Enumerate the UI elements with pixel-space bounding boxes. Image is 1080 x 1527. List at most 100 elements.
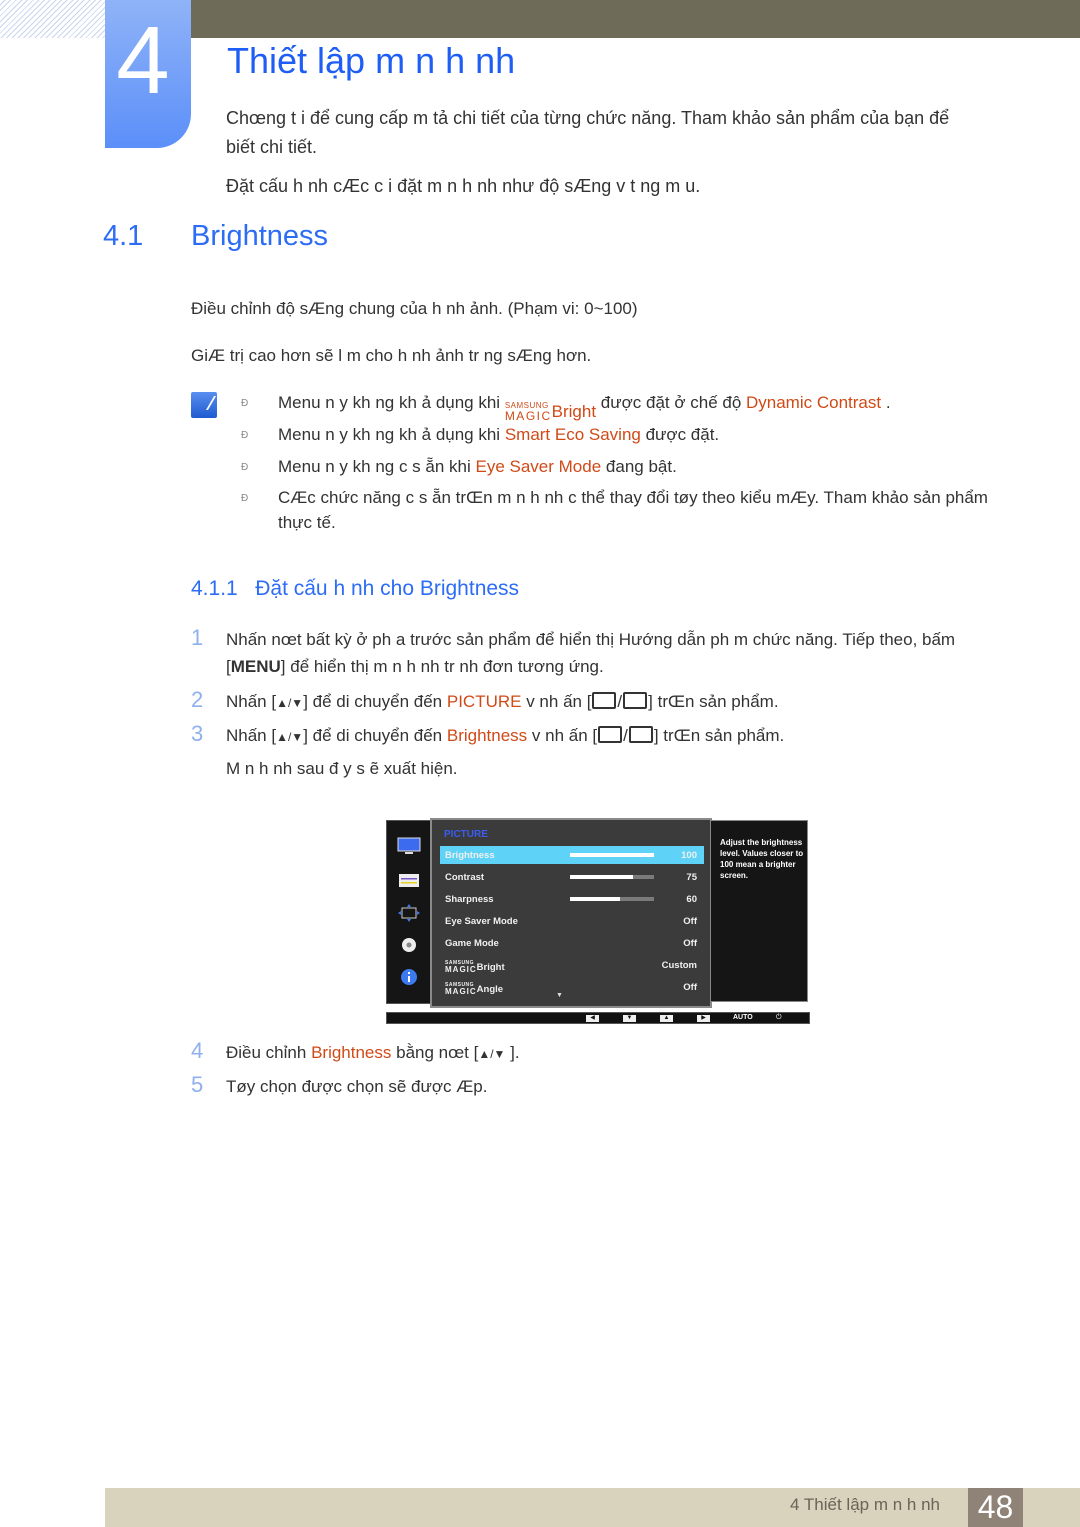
up-down-arrows-icon: ▲/▼ — [276, 696, 304, 710]
step-1-line-2: [MENU] để hiển thị m n h nh tr nh đơn tư… — [226, 657, 604, 676]
right-key-icon[interactable]: ▶ — [697, 1015, 710, 1022]
osd-row-brightness[interactable]: Brightness 100 — [440, 846, 704, 864]
step-highlight: Brightness — [446, 726, 528, 745]
step-number: 3 — [191, 721, 204, 746]
magic-word: Angle — [476, 984, 504, 995]
osd-level-bar — [570, 897, 654, 901]
magic-bottom: MAGIC — [504, 409, 552, 423]
auto-key-label[interactable]: AUTO — [733, 1014, 753, 1021]
chapter-title: Thiết lập m n h nh — [227, 40, 516, 81]
chapter-intro-line-2: biết chi tiết. — [226, 137, 318, 157]
osd-help-text: Adjust the brightness level. Values clos… — [710, 820, 808, 1002]
osd-level-bar — [570, 853, 654, 857]
step-number: 4 — [191, 1038, 204, 1063]
section-paragraph-1: Điều chỉnh độ sÆng chung của h nh ảnh. (… — [191, 299, 638, 318]
menu-key-label: MENU — [230, 657, 281, 676]
osd-row-magic-bright[interactable]: SAMSUNG MAGIC Bright Custom — [440, 956, 704, 974]
subsection-title: Đặt cấu h nh cho Brightness — [255, 577, 520, 600]
note-highlight: Eye Saver Mode — [475, 457, 602, 476]
step-4: Điều chỉnh Brightness bằng nœt [▲/▼ ]. — [226, 1039, 520, 1068]
header-bar — [190, 0, 1080, 38]
source-button-icon — [598, 726, 623, 743]
note-highlight: Smart Eco Saving — [504, 425, 641, 444]
step-text: v nh ấn [ — [527, 726, 598, 745]
info-icon — [401, 969, 417, 985]
note-bullet: Ð — [241, 462, 249, 473]
step-highlight: Brightness — [311, 1043, 392, 1062]
osd-row-label: Brightness — [445, 850, 495, 861]
osd-row-label: Eye Saver Mode — [445, 916, 518, 927]
step-number: 5 — [191, 1072, 204, 1097]
note-item-4-line-2: thực tế. — [278, 513, 336, 532]
osd-row-sharpness[interactable]: Sharpness 60 — [440, 890, 704, 908]
step-5: Tøy chọn được chọn sẽ được Æp. — [226, 1077, 488, 1096]
step-number: 1 — [191, 625, 204, 650]
menu-lines-icon — [399, 874, 419, 887]
section-number: 4.1 — [103, 220, 144, 252]
note-bullet: Ð — [241, 493, 249, 504]
up-key-icon[interactable]: ▲ — [660, 1015, 673, 1022]
osd-row-magic-angle[interactable]: SAMSUNG MAGIC Angle Off — [440, 978, 704, 996]
note-text: được đặt ở chế độ — [596, 393, 746, 412]
section-paragraph-2: GiÆ trị cao hơn sẽ l m cho h nh ảnh tr n… — [191, 346, 592, 365]
osd-row-label: Sharpness — [445, 894, 494, 905]
step-text: ]. — [505, 1043, 520, 1062]
gear-icon — [402, 938, 416, 952]
enter-button-icon — [628, 726, 653, 743]
step-text: ] trŒn sản phẩm. — [653, 726, 785, 745]
page-footer: 4 Thiết lập m n h nh 48 — [105, 1488, 1080, 1527]
note-text: . — [881, 393, 891, 412]
monitor-osd-screenshot: PICTURE Brightness 100 Contrast 75 Sharp… — [386, 818, 810, 1026]
step-text: Điều chỉnh — [226, 1043, 312, 1062]
monitor-icon — [397, 837, 421, 854]
down-key-icon[interactable]: ▼ — [623, 1015, 636, 1022]
osd-row-label: Game Mode — [445, 938, 499, 949]
magic-bottom: MAGIC — [445, 987, 477, 996]
scroll-down-icon[interactable]: ▼ — [556, 992, 563, 999]
note-text: được đặt. — [640, 425, 720, 444]
chapter-number-badge: 4 — [105, 0, 191, 148]
osd-row-contrast[interactable]: Contrast 75 — [440, 868, 704, 886]
osd-row-value: Off — [683, 916, 697, 927]
step-text: Nhấn [ — [226, 692, 277, 711]
power-icon[interactable]: ⏻ — [776, 1014, 782, 1022]
step-2: Nhấn [▲/▼] để di chuyển đến PICTURE v nh… — [226, 692, 779, 711]
osd-row-eye-saver-mode[interactable]: Eye Saver Mode Off — [440, 912, 704, 930]
note-item-4-line-1: CÆc chức năng c s ẵn trŒn m n h nh c thể… — [278, 488, 988, 507]
note-bullet: Ð — [241, 430, 249, 441]
section-title: Brightness — [191, 220, 329, 252]
osd-button-guide: ◀ ▼ ▲ ▶ AUTO ⏻ — [386, 1012, 810, 1024]
osd-row-game-mode[interactable]: Game Mode Off — [440, 934, 704, 952]
osd-level-fill — [570, 853, 654, 857]
footer-chapter-label: 4 Thiết lập m n h nh — [790, 1495, 940, 1514]
subsection-heading: 4.1.1 Đặt cấu h nh cho Brightness — [191, 577, 519, 601]
osd-picture-menu: PICTURE Brightness 100 Contrast 75 Sharp… — [430, 818, 712, 1008]
osd-level-fill — [570, 875, 633, 879]
up-down-arrows-icon: ▲/▼ — [276, 730, 304, 744]
step-text: v nh ấn [ — [521, 692, 592, 711]
header-hatch-decoration — [0, 0, 105, 38]
note-text: Menu n y kh ng c s ẵn khi — [278, 457, 476, 476]
step-number: 2 — [191, 687, 204, 712]
step-text: ] để di chuyển đến — [303, 726, 447, 745]
osd-row-label: Contrast — [445, 872, 485, 883]
step-text: ] để di chuyển đến — [303, 692, 447, 711]
osd-menu-title: PICTURE — [444, 829, 488, 840]
note-text: đang bật. — [601, 457, 677, 476]
osd-row-label: SAMSUNG MAGIC Bright — [445, 960, 505, 974]
magic-bright-logo: SAMSUNG MAGIC Bright — [505, 401, 596, 422]
note-item-2: Menu n y kh ng kh ả dụng khi Smart Eco S… — [278, 425, 719, 445]
step-text: bằng nœt [ — [391, 1043, 479, 1062]
enter-button-icon — [623, 692, 648, 709]
magic-word: Bright — [551, 402, 597, 421]
note-pencil-icon — [191, 392, 217, 418]
step-1-line-1: Nhấn nœt bất kỳ ở ph a trước sản phẩm để… — [226, 630, 956, 649]
size-arrows-icon — [398, 904, 420, 922]
osd-row-value: Off — [683, 938, 697, 949]
osd-row-value: Custom — [661, 960, 697, 971]
left-key-icon[interactable]: ◀ — [586, 1015, 599, 1022]
up-down-arrows-icon: ▲/▼ — [478, 1047, 506, 1061]
note-text: Menu n y kh ng kh ả dụng khi — [278, 425, 505, 444]
osd-level-fill — [570, 897, 621, 901]
osd-row-value: 100 — [681, 850, 697, 861]
